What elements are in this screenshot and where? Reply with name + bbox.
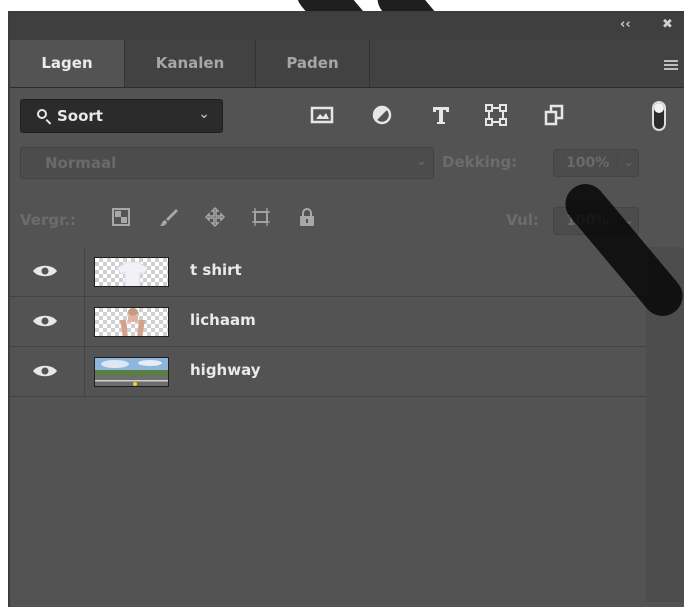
tab-lagen[interactable]: Lagen [10,40,124,87]
panel-tab-bar: Lagen Kanalen Paden [10,40,684,88]
lock-image-pixels-icon[interactable] [158,206,180,228]
visibility-column [10,247,85,296]
lock-all-icon[interactable] [296,206,318,228]
fill-label: Vul: [506,211,539,229]
lock-label: Vergr.: [20,211,77,229]
visibility-column [10,347,85,396]
visibility-column [10,297,85,346]
chevron-down-icon: ⌄ [616,155,634,169]
search-icon [37,109,47,119]
adjustment-filter-icon[interactable] [370,103,394,127]
eye-icon[interactable] [32,314,58,328]
panel-title-bar: ‹‹ ✖ [10,13,684,40]
filter-kind-select[interactable]: Soort ⌄ [20,99,223,133]
lock-transparent-pixels-icon[interactable] [110,206,132,228]
layer-name[interactable]: lichaam [190,311,256,329]
panel-menu-icon[interactable] [664,60,678,62]
eye-icon[interactable] [32,364,58,378]
collapse-icon[interactable]: ‹‹ [620,17,631,32]
filter-toggle-switch[interactable] [652,101,666,131]
layer-row-lichaam[interactable]: lichaam [10,297,646,347]
layers-panel: ‹‹ ✖ Lagen Kanalen Paden Soort ⌄ Normaal [8,11,684,607]
blend-mode-value: Normaal [45,154,117,172]
artboard-lock-icon[interactable] [250,206,272,228]
layer-name[interactable]: t shirt [190,261,242,279]
tab-paden[interactable]: Paden [256,40,370,87]
opacity-field[interactable]: 100% ⌄ [553,149,639,177]
body-thumbnail [94,307,169,337]
opacity-value: 100% [566,155,610,171]
chevron-down-icon: ⌄ [198,106,210,122]
close-icon[interactable]: ✖ [662,17,673,32]
shape-filter-icon[interactable] [484,103,508,127]
layer-list: t shirt lichaam highway [10,247,646,397]
tshirt-thumbnail [94,257,169,287]
lock-position-icon[interactable] [204,206,226,228]
blend-mode-select[interactable]: Normaal ⌄ [20,147,434,179]
eye-icon[interactable] [32,264,58,278]
opacity-label: Dekking: [442,153,518,171]
layer-name[interactable]: highway [190,361,261,379]
pixel-filter-icon[interactable] [310,103,334,127]
layer-row-tshirt[interactable]: t shirt [10,247,646,297]
smart-object-filter-icon[interactable] [542,103,566,127]
highway-thumbnail [94,357,169,387]
tab-kanalen[interactable]: Kanalen [124,40,256,87]
layer-row-highway[interactable]: highway [10,347,646,397]
type-filter-icon[interactable] [429,103,453,127]
chevron-down-icon: ⌄ [416,154,427,169]
filter-kind-label: Soort [57,107,103,125]
